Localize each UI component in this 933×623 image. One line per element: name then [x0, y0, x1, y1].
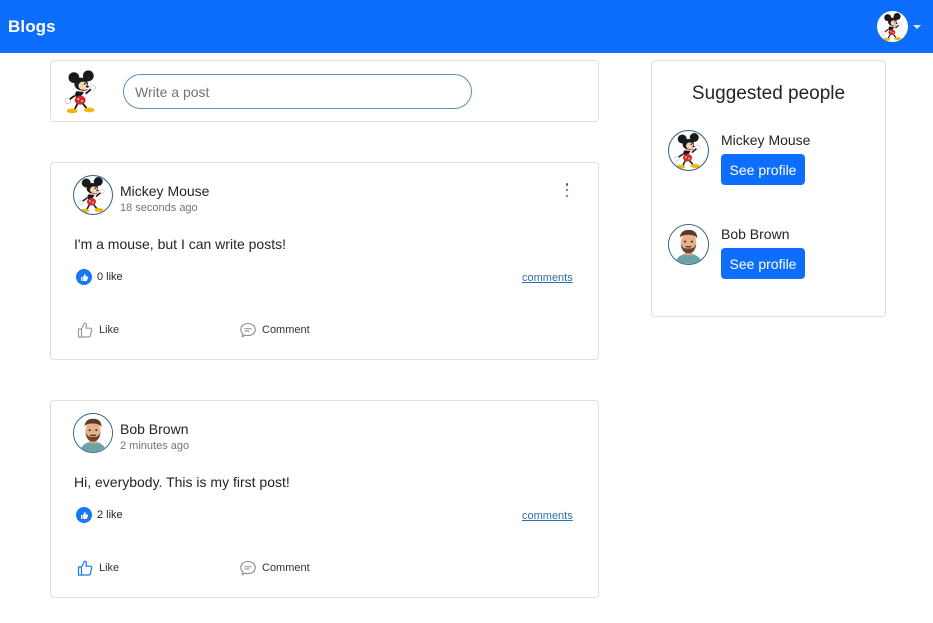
suggested-avatar[interactable]: [668, 224, 709, 265]
user-avatar[interactable]: [877, 11, 908, 42]
comments-link[interactable]: comments: [522, 510, 573, 522]
like-badge-icon: [76, 507, 92, 523]
post-content: Hi, everybody. This is my first post!: [74, 474, 290, 490]
post-author-avatar[interactable]: [73, 175, 113, 215]
comment-bubble-icon: [239, 559, 257, 577]
thumbs-up-icon: [76, 321, 94, 339]
comments-link[interactable]: comments: [522, 272, 573, 284]
like-button-label: Like: [99, 562, 120, 574]
suggested-person: Bob Brown See profile: [668, 224, 878, 284]
post-options-icon[interactable]: [561, 180, 573, 200]
like-count: 0 like: [76, 269, 123, 285]
like-count-text: 2 like: [97, 509, 123, 521]
suggested-people-panel: Suggested people Mickey Mouse See profil…: [651, 60, 886, 317]
post-card: Bob Brown 2 minutes ago Hi, everybody. T…: [50, 400, 599, 598]
post-card: Mickey Mouse 18 seconds ago I'm a mouse,…: [50, 162, 599, 360]
comment-button-label: Comment: [262, 562, 310, 574]
see-profile-button[interactable]: See profile: [721, 248, 805, 279]
like-count-text: 0 like: [97, 271, 123, 283]
post-author-name[interactable]: Mickey Mouse: [120, 183, 209, 199]
comment-button[interactable]: Comment: [239, 321, 310, 339]
brand-logo[interactable]: Blogs: [8, 17, 56, 37]
like-button[interactable]: Like: [76, 321, 119, 339]
post-composer: [50, 60, 599, 122]
thumbs-up-icon: [76, 559, 94, 577]
top-navbar: Blogs: [0, 0, 933, 53]
write-post-input[interactable]: [123, 74, 472, 109]
post-timestamp: 18 seconds ago: [120, 202, 198, 214]
suggested-person: Mickey Mouse See profile: [668, 130, 878, 190]
post-content: I'm a mouse, but I can write posts!: [74, 236, 286, 252]
user-menu-toggle[interactable]: [877, 11, 921, 42]
post-author-name[interactable]: Bob Brown: [120, 421, 188, 437]
post-author-avatar[interactable]: [73, 413, 113, 453]
like-button[interactable]: Like: [76, 559, 119, 577]
like-badge-icon: [76, 269, 92, 285]
composer-avatar: [64, 70, 100, 114]
post-timestamp: 2 minutes ago: [120, 440, 190, 452]
suggested-name: Mickey Mouse: [721, 132, 811, 148]
caret-down-icon[interactable]: [913, 24, 921, 29]
see-profile-button[interactable]: See profile: [721, 154, 805, 185]
suggested-avatar[interactable]: [668, 130, 709, 171]
like-button-label: Like: [99, 324, 120, 336]
comment-button-label: Comment: [262, 324, 310, 336]
suggested-name: Bob Brown: [721, 226, 790, 242]
comment-button[interactable]: Comment: [239, 559, 310, 577]
suggested-title: Suggested people: [691, 83, 846, 104]
like-count: 2 like: [76, 507, 123, 523]
comment-bubble-icon: [239, 321, 257, 339]
